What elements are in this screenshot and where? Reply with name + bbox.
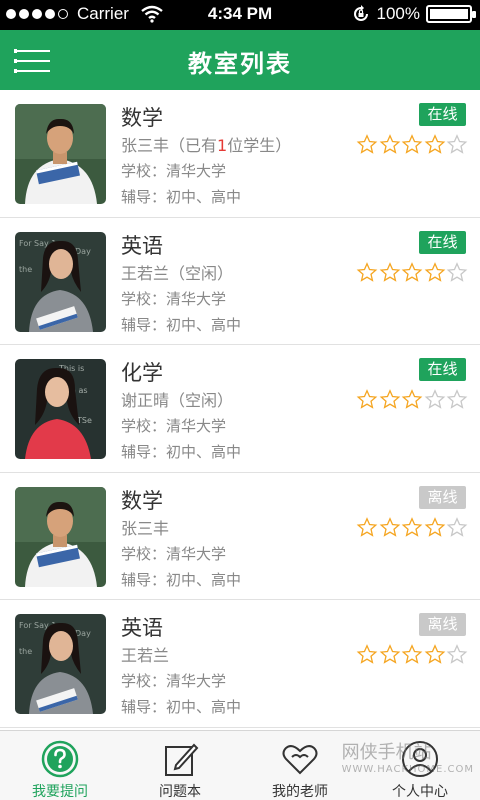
subject-name: 数学 — [121, 106, 163, 130]
nav-header: 教室列表 — [0, 30, 480, 90]
teacher-photo: For Say 1 Day the — [15, 231, 106, 332]
notebook-icon — [165, 743, 199, 776]
tab-label: 问题本 — [159, 784, 201, 800]
student-count: 1 — [217, 136, 228, 155]
tutor-label: 辅导：初中、高中 — [121, 570, 242, 589]
star-filled-icon — [379, 644, 400, 664]
star-filled-icon — [401, 134, 423, 154]
tab-ask-question[interactable]: 我要提问 — [0, 731, 120, 800]
star-filled-icon — [356, 516, 378, 537]
star-filled-icon — [379, 261, 400, 282]
star-empty-icon — [446, 261, 468, 282]
tab-question-book[interactable]: 问题本 — [120, 731, 240, 800]
subject-name: 英语 — [121, 233, 163, 258]
svg-text:the: the — [19, 647, 32, 656]
star-empty-icon — [446, 516, 468, 537]
star-filled-icon — [379, 389, 400, 409]
tutor-label: 辅导：初中、高中 — [121, 443, 242, 461]
heart-icon — [282, 745, 318, 775]
teacher-photo — [15, 486, 106, 587]
tab-label: 个人中心 — [392, 784, 448, 800]
teacher-name: 张三丰 — [121, 518, 170, 538]
status-badge: 在线 — [419, 230, 466, 254]
status-bar: Carrier 4:34 PM 100% — [0, 0, 480, 30]
star-filled-icon — [424, 134, 445, 154]
star-filled-icon — [424, 516, 445, 537]
subject-name: 英语 — [121, 616, 163, 640]
tab-label: 我的老师 — [272, 784, 328, 800]
school-label: 学校：清华大学 — [121, 544, 227, 563]
star-empty-icon — [446, 644, 468, 664]
star-filled-icon — [356, 134, 378, 154]
svg-text:the: the — [19, 265, 32, 274]
teacher-photo: This is a as TSe — [15, 359, 106, 459]
star-empty-icon — [446, 389, 468, 409]
star-filled-icon — [424, 261, 445, 282]
star-filled-icon — [356, 261, 378, 282]
classroom-list-item[interactable]: 数学 张三丰 学校：清华大学 辅导：初中、高中 离线 — [0, 472, 480, 600]
rotation-lock-icon — [353, 5, 368, 21]
classroom-list: 数学 张三丰（已有1位学生） 学校：清华大学 辅导：初中、高中 在线 For S… — [0, 90, 480, 730]
teacher-name: 王若兰 — [121, 646, 170, 665]
school-label: 学校：清华大学 — [121, 289, 227, 308]
subject-name: 化学 — [121, 361, 163, 385]
status-badge: 离线 — [419, 613, 466, 636]
rating-stars — [356, 516, 469, 538]
tutor-label: 辅导：初中、高中 — [121, 698, 242, 716]
teacher-photo — [15, 104, 106, 204]
classroom-list-item[interactable]: 数学 张三丰（已有1位学生） 学校：清华大学 辅导：初中、高中 在线 — [0, 90, 480, 218]
star-filled-icon — [401, 261, 423, 282]
classroom-list-item[interactable]: This is a as TSe 化学 谢正晴（空闲） 学校：清华大学 辅导：初… — [0, 345, 480, 473]
school-label: 学校：清华大学 — [121, 417, 227, 435]
star-empty-icon — [446, 134, 468, 154]
classroom-list-item[interactable]: For Say 1 Day the 英语 王若兰 学校：清华大学 辅导：初中、高… — [0, 600, 480, 728]
svg-text:Day: Day — [75, 629, 91, 638]
star-filled-icon — [379, 516, 400, 537]
star-filled-icon — [401, 644, 423, 664]
star-filled-icon — [401, 389, 423, 409]
rating-stars — [356, 134, 469, 155]
star-empty-icon — [424, 389, 445, 409]
school-label: 学校：清华大学 — [121, 162, 227, 180]
question-icon — [41, 740, 79, 778]
teacher-name: 张三丰（已有1位学生） — [121, 136, 292, 155]
status-badge: 在线 — [419, 358, 466, 381]
rating-stars — [356, 261, 469, 283]
star-filled-icon — [356, 644, 378, 664]
teacher-name: 王若兰（空闲） — [121, 263, 234, 283]
school-label: 学校：清华大学 — [121, 672, 227, 690]
classroom-list-item[interactable]: For Say 1 Day the 英语 王若兰（空闲） 学校：清华大学 辅导：… — [0, 217, 480, 345]
rating-stars — [356, 644, 469, 665]
tutor-label: 辅导：初中、高中 — [121, 188, 242, 206]
star-filled-icon — [424, 644, 445, 664]
battery-icon — [426, 5, 476, 23]
tutor-label: 辅导：初中、高中 — [121, 315, 242, 334]
star-filled-icon — [401, 516, 423, 537]
star-filled-icon — [379, 134, 400, 154]
subject-name: 数学 — [121, 488, 163, 513]
watermark-logo: 网侠手机站 WWW.HACKHOME.COM — [341, 742, 474, 775]
tab-label: 我要提问 — [32, 784, 88, 800]
status-badge: 离线 — [419, 485, 466, 509]
rating-stars — [356, 389, 469, 410]
status-right: 100% — [351, 4, 476, 24]
teacher-photo: For Say 1 Day the — [15, 614, 106, 714]
status-badge: 在线 — [419, 103, 466, 126]
battery-percent: 100% — [376, 4, 420, 23]
page-title: 教室列表 — [188, 50, 292, 78]
teacher-name: 谢正晴（空闲） — [121, 391, 234, 410]
svg-text:Day: Day — [75, 247, 91, 256]
star-filled-icon — [356, 389, 378, 409]
